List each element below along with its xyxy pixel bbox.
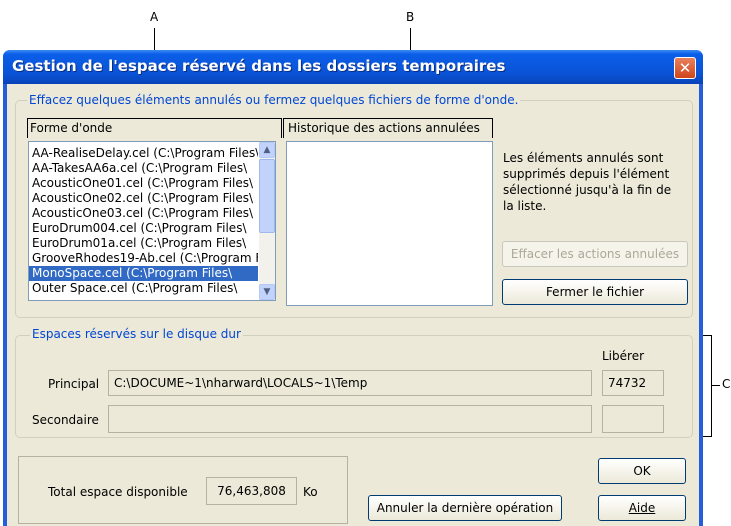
scroll-down-button[interactable]: ▼ — [259, 284, 275, 300]
close-button[interactable]: ✕ — [674, 57, 696, 79]
list-item-selected[interactable]: MonoSpace.cel (C:\Program Files\ — [29, 266, 258, 281]
list-item[interactable]: AA-TakesAA6a.cel (C:\Program Files\ — [29, 161, 258, 176]
chevron-down-icon: ▼ — [263, 287, 271, 297]
info-text: Les éléments annulés sont supprimés depu… — [503, 151, 672, 213]
list-item[interactable]: EuroDrum01a.cel (C:\Program Files\ — [29, 236, 258, 251]
clear-undo-button[interactable]: Effacer les actions annulées — [502, 241, 688, 267]
list-item[interactable]: AcousticOne01.cel (C:\Program Files\ — [29, 176, 258, 191]
callout-label-b: B — [406, 10, 415, 24]
list-item[interactable]: GrooveRhodes19-Ab.cel (C:\Program Files\ — [29, 251, 258, 266]
total-space-field: 76,463,808 — [206, 477, 297, 505]
secondary-path-field — [108, 405, 592, 433]
list-item[interactable]: AcousticOne02.cel (C:\Program Files\ — [29, 191, 258, 206]
callout-bracket-c-vertical — [711, 335, 712, 437]
total-space-label: Total espace disponible — [48, 485, 188, 499]
callout-label-a: A — [150, 10, 159, 24]
close-file-button[interactable]: Fermer le fichier — [502, 279, 688, 305]
secondary-label: Secondaire — [32, 413, 99, 427]
disk-group-legend: Espaces réservés sur le disque dur — [30, 327, 243, 341]
waveform-scrollbar[interactable]: ▲ ▼ — [259, 142, 275, 300]
list-item[interactable]: EuroDrum004.cel (C:\Program Files\ — [29, 221, 258, 236]
close-icon: ✕ — [678, 59, 692, 77]
waveform-header-frame — [27, 118, 282, 138]
primary-path-field: C:\DOCUME~1\nharward\LOCALS~1\Temp — [108, 370, 592, 396]
free-header: Libérer — [602, 349, 645, 363]
list-item[interactable]: AcousticOne03.cel (C:\Program Files\ — [29, 206, 258, 221]
scroll-up-button[interactable]: ▲ — [259, 142, 275, 158]
primary-free-field: 74732 — [602, 370, 664, 396]
ok-button[interactable]: OK — [598, 458, 686, 484]
list-item[interactable]: AA-RealiseDelay.cel (C:\Program Files\ — [29, 146, 258, 161]
history-header-frame — [283, 118, 493, 138]
undo-group-legend: Effacez quelques éléments annulés ou fer… — [27, 93, 521, 107]
waveform-listbox[interactable]: AA-RealiseDelay.cel (C:\Program Files\ A… — [28, 141, 276, 301]
scroll-thumb[interactable] — [259, 159, 275, 233]
list-item[interactable]: Outer Space.cel (C:\Program Files\ — [29, 281, 258, 296]
callout-label-c: C — [722, 377, 731, 391]
help-button[interactable]: Aide — [598, 495, 686, 521]
primary-label: Principal — [48, 377, 100, 391]
undo-last-operation-button[interactable]: Annuler la dernière opération — [368, 495, 562, 521]
callout-line-c — [712, 385, 720, 386]
waveform-list: AA-RealiseDelay.cel (C:\Program Files\ A… — [29, 146, 258, 300]
chevron-up-icon: ▲ — [263, 145, 271, 155]
window-title: Gestion de l'espace réservé dans les dos… — [12, 57, 506, 75]
history-listbox[interactable] — [286, 141, 493, 306]
secondary-free-field — [602, 405, 664, 433]
total-space-unit: Ko — [303, 485, 318, 499]
